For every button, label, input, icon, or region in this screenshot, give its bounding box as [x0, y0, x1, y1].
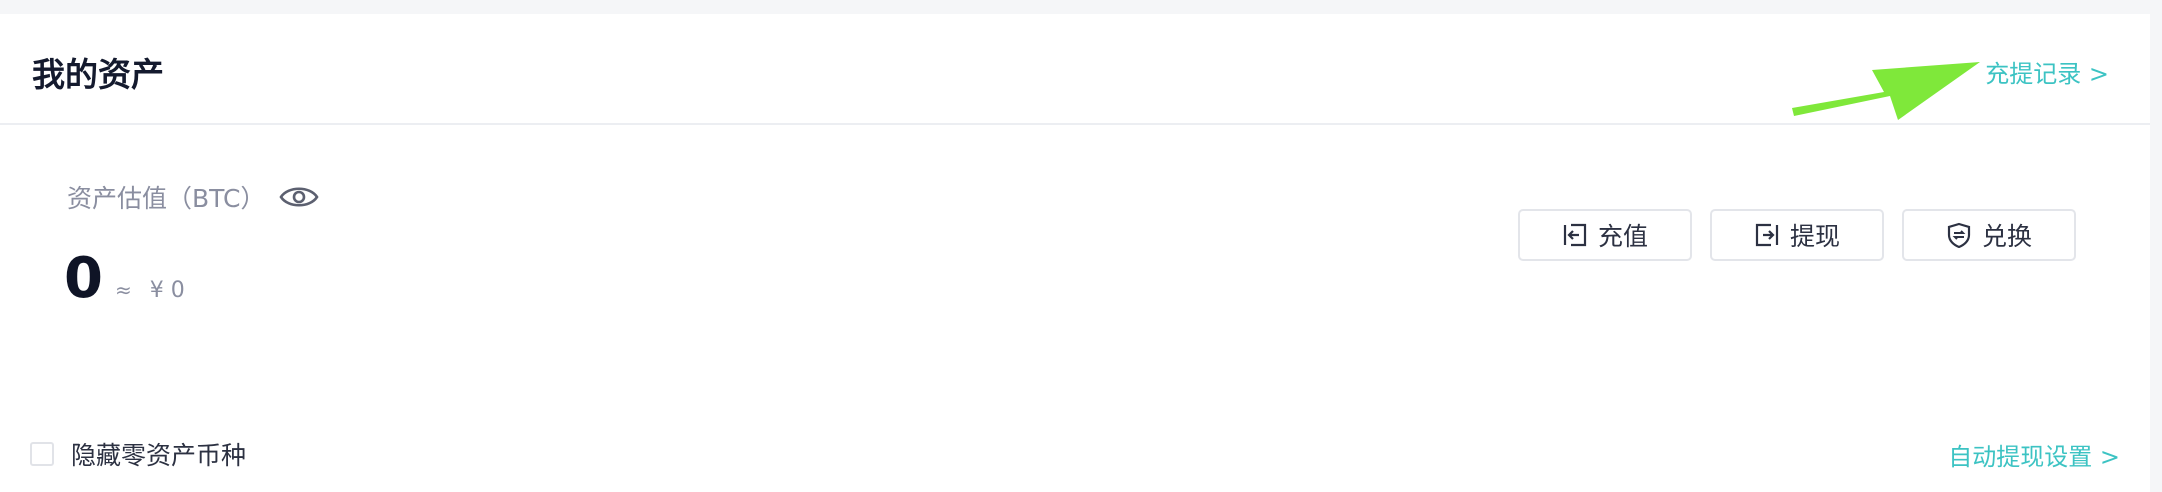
hide-zero-balance-option[interactable]: 隐藏零资产币种 [30, 436, 246, 472]
auto-withdraw-settings-link[interactable]: 自动提现设置 > [1948, 437, 2120, 472]
eye-icon[interactable] [279, 184, 319, 210]
deposit-icon [1562, 222, 1588, 248]
exchange-button[interactable]: 兑换 [1902, 209, 2076, 261]
assets-card: 我的资产 充提记录 > 资产估值（BTC） 0 ≈ ¥ 0 充值 提现 兑换 隐… [0, 14, 2150, 492]
withdraw-button[interactable]: 提现 [1710, 209, 1884, 261]
approx-symbol: ≈ [114, 278, 132, 302]
exchange-shield-icon [1946, 222, 1972, 248]
deposit-button-label: 充值 [1597, 222, 1648, 251]
annotation-arrow-icon [1792, 62, 1980, 120]
action-buttons: 充值 提现 兑换 [1518, 209, 2076, 261]
footer-row: 隐藏零资产币种 自动提现设置 > [30, 436, 2120, 472]
exchange-button-label: 兑换 [1981, 222, 2032, 251]
valuation-label: 资产估值（BTC） [67, 184, 266, 213]
deposit-withdraw-records-link[interactable]: 充提记录 > [1985, 54, 2109, 89]
valuation-label-row: 资产估值（BTC） [67, 179, 319, 215]
withdraw-icon [1754, 222, 1780, 248]
btc-balance: 0 [64, 246, 103, 311]
withdraw-button-label: 提现 [1789, 222, 1840, 251]
balance-row: 0 ≈ ¥ 0 [64, 246, 185, 311]
fiat-value: ¥ 0 [149, 278, 185, 303]
deposit-button[interactable]: 充值 [1518, 209, 1692, 261]
hide-zero-label: 隐藏零资产币种 [71, 441, 247, 470]
assets-header: 我的资产 充提记录 > [0, 14, 2150, 125]
hide-zero-checkbox[interactable] [30, 442, 54, 466]
page-title: 我的资产 [32, 55, 164, 94]
